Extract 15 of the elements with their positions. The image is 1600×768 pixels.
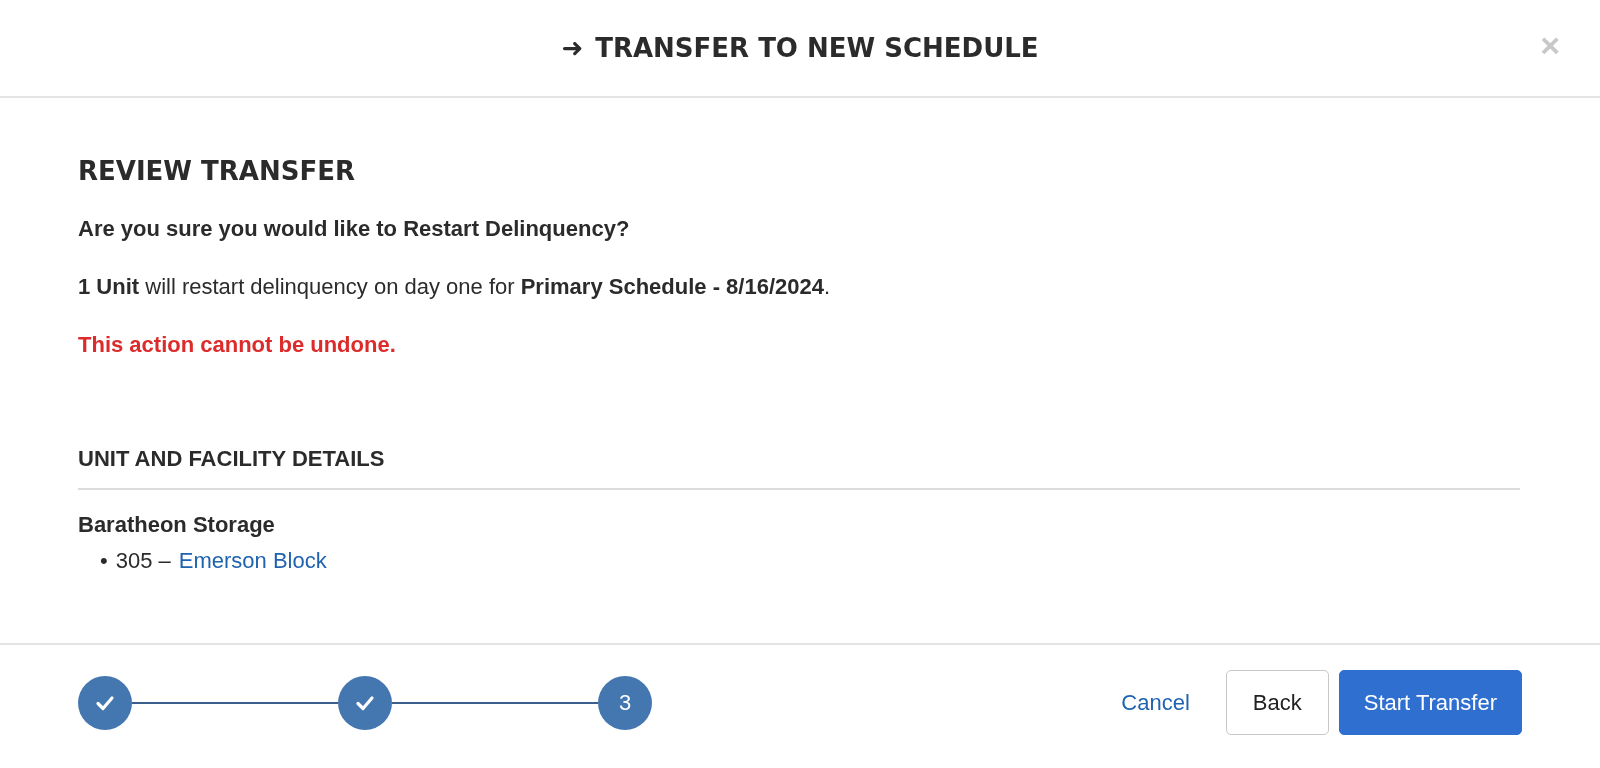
section-heading: REVIEW TRANSFER (78, 156, 355, 186)
warning-text: This action cannot be undone. (78, 332, 397, 358)
summary-text: 1 Unit will restart delinquency on day one for Primary Schedule - 8/16/2024. (78, 274, 832, 300)
bullet-icon: • (100, 548, 108, 574)
section-heading: UNIT AND FACILITY DETAILS (78, 446, 385, 472)
start-transfer-button[interactable]: Start Transfer (1338, 670, 1522, 735)
arrow-icon: ➜ (561, 33, 584, 63)
step-current: 3 (598, 675, 652, 730)
facility-name: Baratheon Storage (78, 512, 276, 538)
confirm-question: Are you sure you would like to Restart Delinquency? (78, 216, 631, 242)
back-button[interactable]: Back (1225, 670, 1329, 735)
dialog-title: TRANSFER TO NEW SCHEDULE (595, 33, 1039, 63)
unit-number: 305 – (115, 548, 171, 574)
cancel-link[interactable]: Cancel (1107, 679, 1204, 726)
unit-link[interactable]: Emerson Block (178, 548, 327, 574)
